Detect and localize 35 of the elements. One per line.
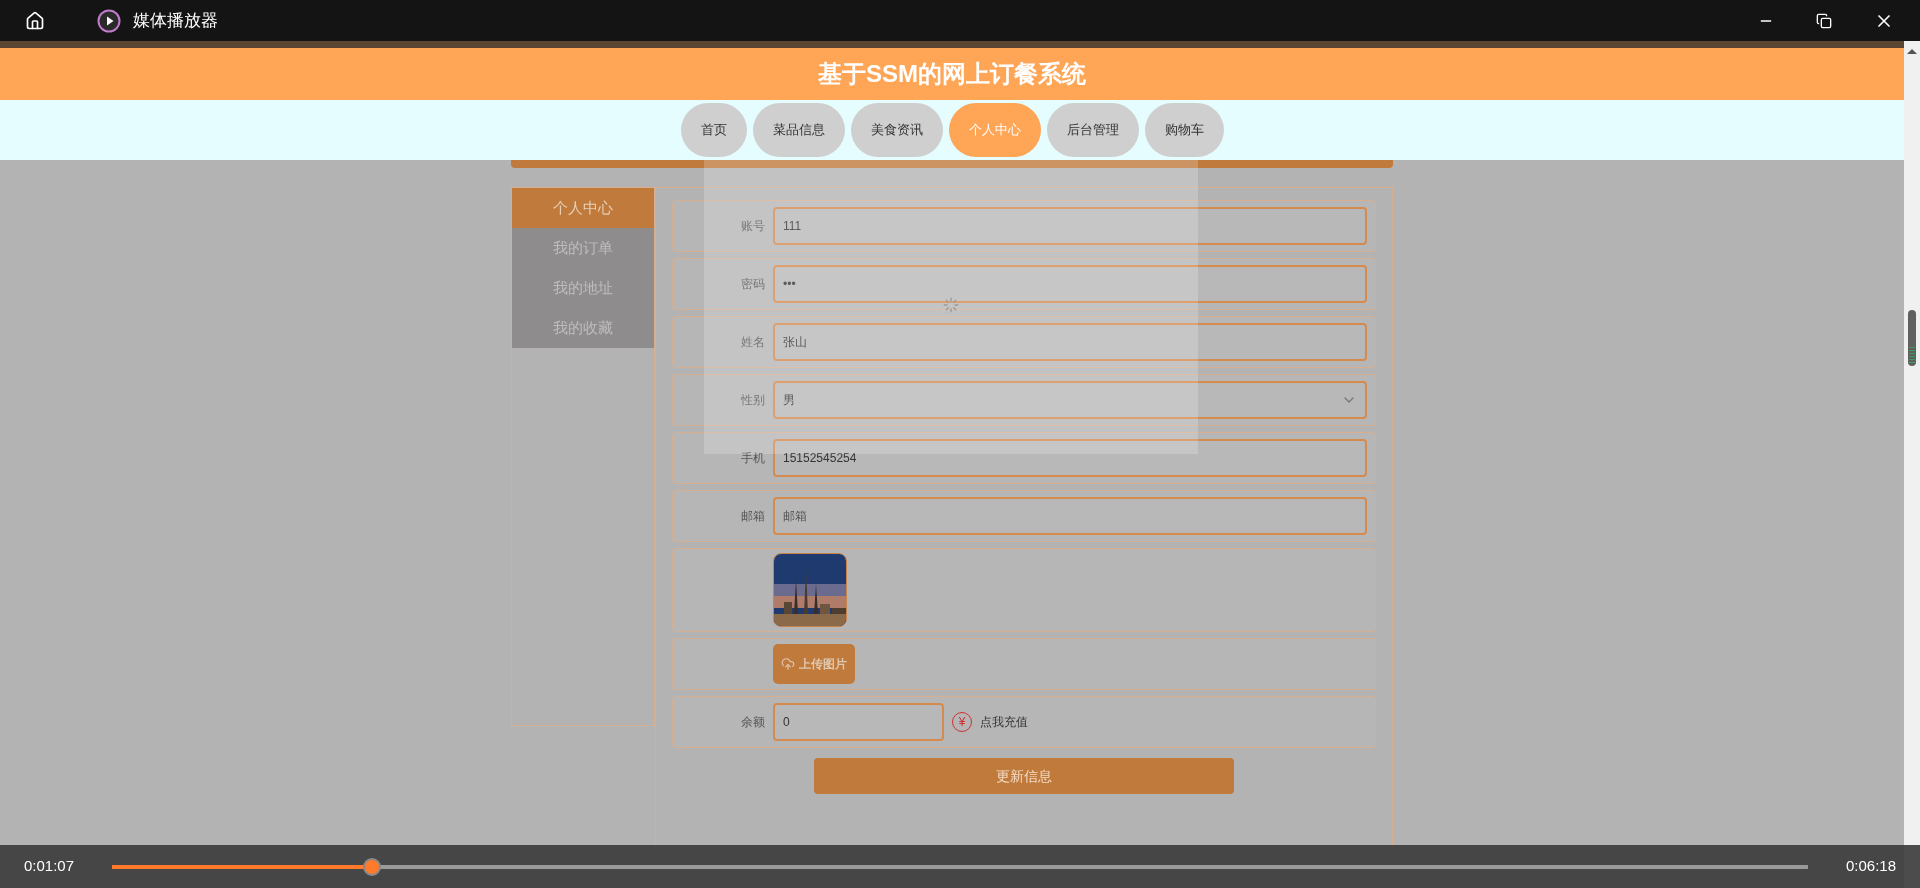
elapsed-time: 0:01:07 bbox=[24, 856, 75, 877]
nav-tab[interactable]: 购物车 bbox=[1144, 103, 1224, 157]
field-label: 余额 bbox=[741, 714, 765, 731]
duration-time: 0:06:18 bbox=[1845, 856, 1896, 877]
text-field[interactable]: ••• bbox=[773, 265, 1367, 303]
nav-tab[interactable]: 后台管理 bbox=[1046, 103, 1139, 157]
scroll-thumb[interactable] bbox=[1908, 310, 1916, 366]
sidebar-item[interactable]: 个人中心 bbox=[512, 188, 654, 228]
field-label: 账号 bbox=[741, 218, 765, 235]
nav-tab[interactable]: 首页 bbox=[680, 103, 747, 157]
recharge-link[interactable]: 点我充值 bbox=[980, 713, 1028, 731]
field-label: 性别 bbox=[741, 392, 765, 409]
balance-field[interactable]: 0 bbox=[773, 703, 944, 741]
upload-icon bbox=[781, 657, 795, 671]
site-title: 基于SSM的网上订餐系统 bbox=[818, 59, 1086, 89]
window-title: 媒体播放器 bbox=[133, 9, 218, 32]
restore-icon[interactable] bbox=[1816, 12, 1832, 29]
select-field[interactable]: 男 bbox=[773, 381, 1367, 419]
nav-tab[interactable]: 菜品信息 bbox=[752, 103, 845, 157]
text-field[interactable]: 邮箱 bbox=[773, 497, 1367, 535]
scroll-up-icon bbox=[1907, 49, 1917, 54]
spinner-icon bbox=[943, 296, 959, 313]
nav-tab[interactable]: 美食资讯 bbox=[850, 103, 943, 157]
play-icon bbox=[97, 8, 121, 33]
field-label: 密码 bbox=[741, 276, 765, 293]
text-field[interactable]: 111 bbox=[773, 207, 1367, 245]
field-label: 手机 bbox=[741, 450, 765, 467]
text-field[interactable]: 15152545254 bbox=[773, 439, 1367, 477]
update-button[interactable]: 更新信息 bbox=[814, 758, 1234, 794]
field-label: 姓名 bbox=[741, 334, 765, 351]
text-field[interactable]: 张山 bbox=[773, 323, 1367, 361]
upload-button[interactable]: 上传图片 bbox=[773, 644, 855, 684]
seek-thumb[interactable] bbox=[362, 857, 381, 876]
home-icon[interactable] bbox=[25, 10, 45, 31]
field-label: 邮箱 bbox=[741, 508, 765, 525]
